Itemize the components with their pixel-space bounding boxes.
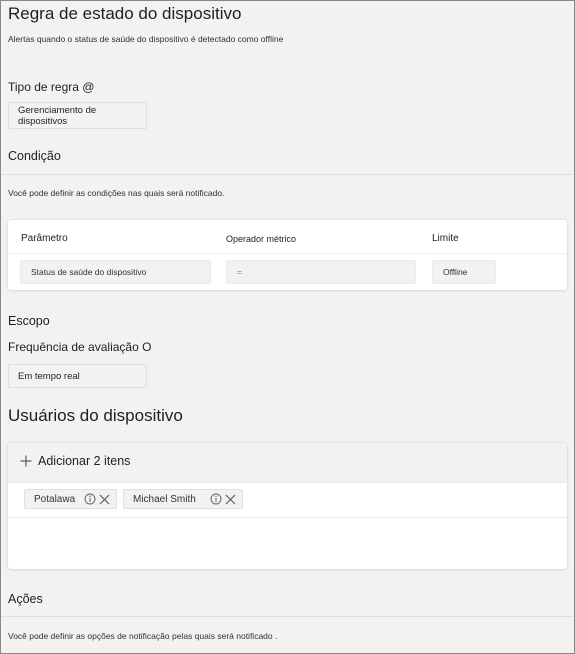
- frequency-value[interactable]: Em tempo real: [8, 364, 147, 388]
- info-icon[interactable]: [210, 493, 222, 505]
- column-header-operator: Operador métrico: [226, 234, 297, 244]
- frequency-value-text: Em tempo real: [18, 370, 80, 382]
- user-tag: Potalawa: [24, 489, 117, 509]
- parameter-field[interactable]: Status de saúde do dispositivo: [20, 260, 211, 284]
- page-subtitle: Alertas quando o status de saúde do disp…: [8, 34, 284, 44]
- condition-divider: [1, 174, 574, 175]
- close-icon[interactable]: [225, 494, 236, 505]
- table-header-divider: [8, 253, 567, 254]
- info-icon[interactable]: [84, 493, 96, 505]
- column-header-limit: Limite: [432, 233, 459, 244]
- user-tag-name: Potalawa: [34, 493, 76, 505]
- device-users-label: Usuários do dispositivo: [8, 406, 183, 425]
- close-icon[interactable]: [99, 494, 110, 505]
- rule-type-value[interactable]: Gerenciamento de dispositivos: [8, 102, 147, 129]
- user-tag-name: Michael Smith: [133, 493, 196, 505]
- device-state-rule-panel: Regra de estado do dispositivo Alertas q…: [0, 0, 575, 654]
- user-tag: Michael Smith: [123, 489, 243, 509]
- add-items-label: Adicionar 2 itens: [38, 454, 131, 468]
- scope-label: Escopo: [8, 314, 50, 328]
- actions-label: Ações: [8, 592, 43, 606]
- page-title: Regra de estado do dispositivo: [8, 4, 242, 23]
- actions-divider: [1, 616, 574, 617]
- actions-description: Você pode definir as opções de notificaç…: [8, 631, 278, 641]
- users-list-divider: [8, 517, 567, 518]
- rule-type-value-text: Gerenciamento de dispositivos: [18, 104, 97, 127]
- device-users-card: Adicionar 2 itens Potalawa Michael Smith: [8, 443, 567, 569]
- frequency-label: Frequência de avaliação O: [8, 340, 152, 354]
- column-header-parameter: Parâmetro: [21, 233, 68, 244]
- operator-field[interactable]: =: [226, 260, 416, 284]
- limit-field[interactable]: Offline: [432, 260, 496, 284]
- condition-label: Condição: [8, 149, 61, 163]
- condition-description: Você pode definir as condições nas quais…: [8, 188, 225, 198]
- plus-icon: [20, 455, 32, 467]
- rule-type-label: Tipo de regra @: [8, 80, 95, 94]
- condition-table: Parâmetro Operador métrico Limite Status…: [8, 220, 567, 290]
- add-items-button[interactable]: Adicionar 2 itens: [20, 454, 130, 468]
